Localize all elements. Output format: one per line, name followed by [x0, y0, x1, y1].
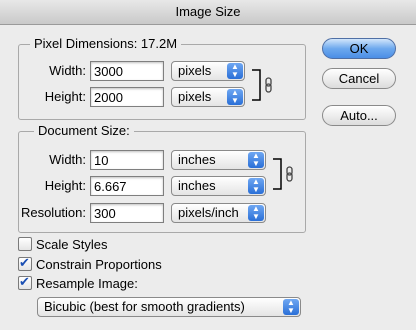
doc-height-field[interactable] [90, 176, 164, 196]
pixel-width-label: Width: [49, 63, 86, 78]
doc-width-field[interactable] [90, 150, 164, 170]
doc-height-unit-label: inches [178, 178, 216, 193]
updown-arrows-icon: ▲ ▼ [283, 299, 299, 315]
pixel-width-unit-label: pixels [178, 63, 212, 78]
pixel-height-field[interactable] [90, 87, 164, 107]
doc-width-unit-label: inches [178, 152, 216, 167]
updown-arrows-icon: ▲ ▼ [248, 205, 264, 221]
constrain-proportions-label: Constrain Proportions [36, 257, 162, 272]
chain-link-icon [273, 158, 293, 190]
doc-height-label: Height: [44, 178, 86, 193]
updown-arrows-icon: ▲ ▼ [248, 152, 264, 168]
window-title: Image Size [0, 0, 416, 25]
cancel-button[interactable]: Cancel [322, 68, 396, 89]
document-size-legend: Document Size: [34, 123, 134, 139]
ok-button[interactable]: OK [322, 38, 396, 59]
resolution-unit-select[interactable]: pixels/inch ▲ ▼ [171, 203, 266, 223]
updown-arrows-icon: ▲ ▼ [248, 178, 264, 194]
pixel-width-field[interactable] [90, 61, 164, 81]
pixel-height-unit-label: pixels [178, 89, 212, 104]
doc-height-unit-select[interactable]: inches ▲ ▼ [171, 176, 266, 196]
updown-arrows-icon: ▲ ▼ [227, 63, 243, 79]
updown-arrows-icon: ▲ ▼ [227, 89, 243, 105]
resample-method-label: Bicubic (best for smooth gradients) [44, 299, 245, 314]
resample-image-option[interactable]: Resample Image: [18, 273, 138, 293]
pixel-height-label: Height: [44, 89, 86, 104]
scale-styles-label: Scale Styles [36, 237, 108, 252]
pixel-width-unit-select[interactable]: pixels ▲ ▼ [171, 61, 245, 81]
doc-width-unit-select[interactable]: inches ▲ ▼ [171, 150, 266, 170]
pixel-height-unit-select[interactable]: pixels ▲ ▼ [171, 87, 245, 107]
resolution-unit-label: pixels/inch [178, 205, 239, 220]
chain-link-icon [252, 69, 272, 101]
pixel-dimensions-legend: Pixel Dimensions: 17.2M [30, 36, 182, 52]
constrain-proportions-checkbox[interactable] [18, 254, 32, 272]
doc-width-label: Width: [49, 152, 86, 167]
resolution-field[interactable] [90, 203, 164, 223]
auto-button[interactable]: Auto... [322, 105, 396, 126]
scale-styles-checkbox[interactable] [18, 237, 32, 251]
resample-image-label: Resample Image: [36, 276, 138, 291]
scale-styles-option[interactable]: Scale Styles [18, 236, 108, 254]
resolution-label: Resolution: [20, 205, 86, 220]
resample-method-select[interactable]: Bicubic (best for smooth gradients) ▲ ▼ [37, 297, 301, 317]
constrain-proportions-option[interactable]: Constrain Proportions [18, 254, 162, 274]
resample-image-checkbox[interactable] [18, 273, 32, 291]
